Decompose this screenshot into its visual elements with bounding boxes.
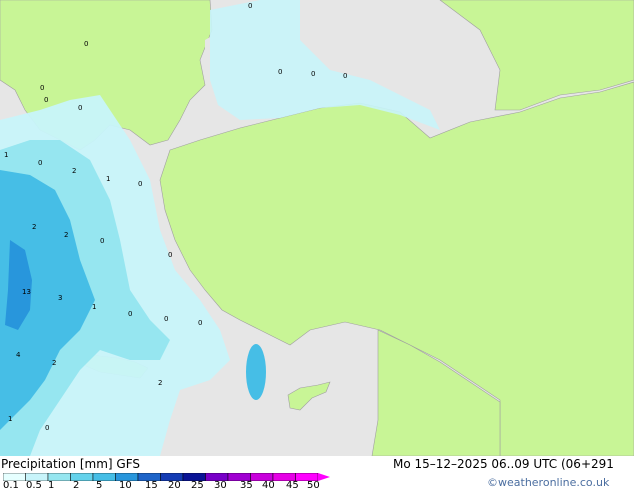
precip-value-label: 0 — [278, 68, 282, 76]
legend-tick-label: 45 — [286, 480, 299, 491]
precip-value-label: 0 — [100, 237, 104, 245]
legend-tick-label: 1 — [48, 480, 55, 491]
legend-tick-label: 30 — [214, 480, 227, 491]
precip-value-label: 3 — [58, 294, 62, 302]
precip-value-label: 0 — [78, 104, 82, 112]
legend-tick-label: 25 — [191, 480, 204, 491]
precip-value-label: 0 — [128, 310, 132, 318]
map-title: Precipitation [mm] GFS — [1, 457, 140, 471]
valid-datetime: Mo 15–12–2025 06..09 UTC (06+291 — [393, 457, 614, 471]
precip-value-label: 1 — [4, 151, 8, 159]
legend-tick-label: 10 — [119, 480, 132, 491]
model-name: GFS — [116, 457, 140, 471]
precip-value-label: 0 — [84, 40, 88, 48]
precip-value-label: 0 — [138, 180, 142, 188]
precip-value-label: 1 — [92, 303, 96, 311]
precip-value-label: 0 — [343, 72, 347, 80]
precip-value-label: 0 — [248, 2, 252, 10]
precip-value-label: 0 — [168, 251, 172, 259]
precip-value-label: 2 — [52, 359, 56, 367]
precip-value-label: 0 — [45, 424, 49, 432]
precip-value-label: 4 — [16, 351, 21, 359]
precip-value-label: 0 — [198, 319, 202, 327]
precipitation-map: 00000 0 0102100220013310 0242010 — [0, 0, 634, 456]
precip-value-label: 13 — [22, 288, 31, 296]
precip-value-label: 0 — [311, 70, 315, 78]
legend-tick-label: 15 — [145, 480, 158, 491]
legend-tick-label: 40 — [262, 480, 275, 491]
legend-tick-label: 5 — [96, 480, 103, 491]
precip-value-label: 2 — [158, 379, 162, 387]
precip-value-label: 0 — [44, 96, 48, 104]
legend-tick-label: 20 — [168, 480, 181, 491]
legend-tick-label: 0.5 — [26, 480, 42, 491]
precip-value-label: 0 — [38, 159, 42, 167]
precip-value-label: 0 — [40, 84, 44, 92]
precip-cell-south — [246, 344, 266, 400]
precip-value-label: 1 — [8, 415, 12, 423]
legend-ticks: 0.1 0.5 1 2 5 10 15 20 25 30 35 40 45 50 — [0, 480, 634, 491]
precip-value-label: 2 — [72, 167, 76, 175]
legend-tick-label: 2 — [73, 480, 80, 491]
precip-value-label: 2 — [32, 223, 36, 231]
legend-tick-label: 50 — [307, 480, 320, 491]
legend-tick-label: 35 — [240, 480, 253, 491]
precip-value-label: 0 — [164, 315, 168, 323]
precip-value-label: 1 — [106, 175, 110, 183]
precip-value-label: 2 — [64, 231, 68, 239]
legend-tick-label: 0.1 — [3, 480, 19, 491]
